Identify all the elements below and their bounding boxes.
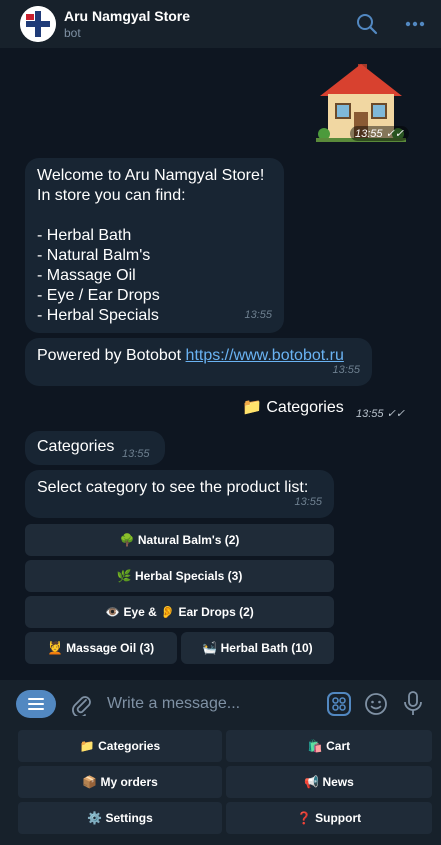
inline-button-herbal-specials[interactable]: 🌿 Herbal Specials (3) <box>25 560 334 592</box>
chat-subtitle: bot <box>64 26 81 40</box>
reply-button-support[interactable]: ❓ Support <box>226 802 432 834</box>
powered-message: Powered by Botobot https://www.botobot.r… <box>25 338 372 386</box>
inline-button-eye-ear-drops[interactable]: 👁️ Eye & 👂 Ear Drops (2) <box>25 596 334 628</box>
search-icon[interactable] <box>353 10 381 38</box>
paperclip-icon[interactable] <box>68 690 93 718</box>
welcome-message: Welcome to Aru Namgyal Store! In store y… <box>25 158 284 333</box>
message-time: 13:55 ✓✓ <box>356 408 406 420</box>
message-list[interactable]: 13:55 ✓✓ Welcome to Aru Namgyal Store! I… <box>0 48 441 680</box>
message-time: 13:55 <box>244 309 272 321</box>
menu-icon <box>28 698 44 710</box>
bot-commands-icon[interactable] <box>326 690 351 718</box>
welcome-blank <box>37 206 272 226</box>
more-icon[interactable] <box>401 10 429 38</box>
categories-message: Categories 13:55 <box>25 431 165 465</box>
house-sticker: 13:55 ✓✓ <box>316 58 410 144</box>
welcome-line: - Herbal Specials <box>37 307 159 324</box>
chat-title: Aru Namgyal Store <box>64 8 191 24</box>
emoji-icon[interactable] <box>363 690 388 718</box>
inline-button-natural-balm[interactable]: 🌳 Natural Balm's (2) <box>25 524 334 556</box>
sticker-time: 13:55 ✓✓ <box>350 126 410 141</box>
welcome-line: - Natural Balm's <box>37 247 151 264</box>
reply-button-news[interactable]: 📢 News <box>226 766 432 798</box>
welcome-line: Welcome to Aru Namgyal Store! <box>37 167 265 184</box>
microphone-icon[interactable] <box>400 690 425 718</box>
reply-button-settings[interactable]: ⚙️ Settings <box>18 802 222 834</box>
bot-avatar[interactable] <box>20 6 56 42</box>
reply-keyboard: 📁 Categories 🛍️ Cart 📦 My orders 📢 News … <box>0 728 441 845</box>
message-input[interactable] <box>107 690 314 718</box>
welcome-line: - Eye / Ear Drops <box>37 287 160 304</box>
outgoing-text: 📁 Categories <box>242 399 344 416</box>
message-time: 13:55 <box>294 496 322 508</box>
categories-text: Categories <box>37 438 115 455</box>
select-text: Select category to see the product list: <box>37 479 309 496</box>
chat-header: Aru Namgyal Store bot <box>0 0 441 48</box>
reply-button-my-orders[interactable]: 📦 My orders <box>18 766 222 798</box>
flag-cross-icon <box>20 6 56 42</box>
reply-button-cart[interactable]: 🛍️ Cart <box>226 730 432 762</box>
inline-button-herbal-bath[interactable]: 🛀 Herbal Bath (10) <box>181 632 334 664</box>
message-time: 13:55 <box>122 448 150 460</box>
title-block[interactable]: Aru Namgyal Store bot <box>64 7 333 41</box>
welcome-line: In store you can find: <box>37 187 186 204</box>
welcome-line: - Herbal Bath <box>37 227 132 244</box>
outgoing-message: 📁 Categories 13:55 ✓✓ <box>232 392 416 426</box>
bot-menu-button[interactable] <box>16 690 56 718</box>
botobot-link[interactable]: https://www.botobot.ru <box>186 347 344 364</box>
select-message: Select category to see the product list:… <box>25 470 334 518</box>
powered-text: Powered by Botobot <box>37 347 186 364</box>
inline-button-massage-oil[interactable]: 💆 Massage Oil (3) <box>25 632 177 664</box>
message-composer <box>0 680 441 728</box>
reply-button-categories[interactable]: 📁 Categories <box>18 730 222 762</box>
welcome-line: - Massage Oil <box>37 267 136 284</box>
message-time: 13:55 <box>332 364 360 376</box>
